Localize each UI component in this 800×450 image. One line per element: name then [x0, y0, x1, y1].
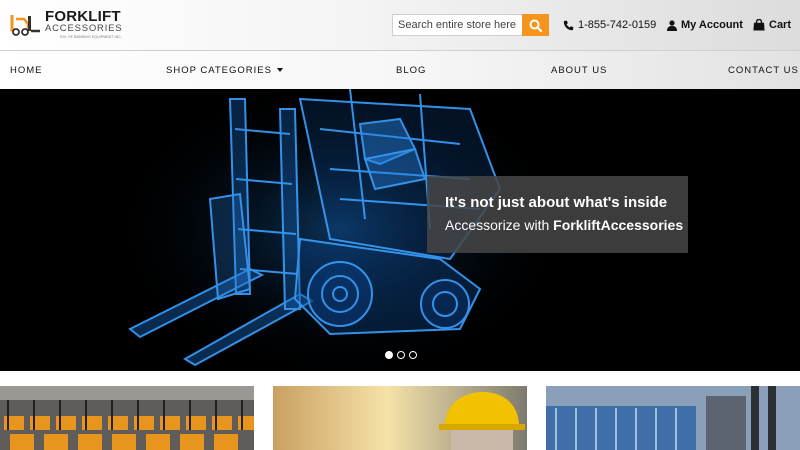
category-tiles — [0, 371, 800, 450]
slider-dots — [385, 351, 417, 359]
hero-subline-prefix: Accessorize with — [445, 217, 554, 233]
main-nav: HOME SHOP CATEGORIES BLOG ABOUT US CONTA… — [0, 50, 800, 89]
site-header: FORKLIFT ACCESSORIES DIV. OF BANNING EQU… — [0, 0, 800, 50]
cart-link[interactable]: Cart — [753, 17, 791, 33]
hero-subline-brand: ForkliftAccessories — [553, 217, 684, 233]
slider-dot[interactable] — [409, 351, 417, 359]
hard-hat-worker-image — [273, 386, 527, 450]
logo-title: FORKLIFT — [45, 8, 121, 25]
phone-icon — [563, 20, 574, 31]
shopping-bag-icon — [753, 19, 765, 31]
slider-dot[interactable] — [397, 351, 405, 359]
category-tile-equipment[interactable] — [546, 386, 800, 450]
my-account-link[interactable]: My Account — [667, 17, 743, 33]
category-tile-forklifts[interactable] — [0, 386, 254, 450]
cart-label: Cart — [769, 19, 792, 31]
site-logo[interactable]: FORKLIFT ACCESSORIES DIV. OF BANNING EQU… — [8, 8, 128, 42]
forklift-fleet-image — [0, 386, 254, 450]
search-bar — [392, 14, 549, 36]
category-tile-safety[interactable] — [273, 386, 527, 450]
search-icon — [529, 19, 542, 32]
nav-about-us[interactable]: ABOUT US — [551, 65, 607, 76]
search-input[interactable] — [392, 14, 522, 36]
user-icon — [667, 19, 677, 31]
nav-home[interactable]: HOME — [10, 65, 43, 76]
chevron-down-icon — [276, 68, 283, 73]
hero-caption: It's not just about what's inside Access… — [427, 176, 688, 253]
hero-slider[interactable]: It's not just about what's inside Access… — [0, 89, 800, 371]
forklift-logo-icon — [10, 15, 40, 36]
hero-subline: Accessorize with ForkliftAccessories — [445, 215, 688, 235]
nav-blog[interactable]: BLOG — [396, 65, 426, 76]
nav-shop-categories[interactable]: SHOP CATEGORIES — [166, 65, 283, 76]
hero-headline: It's not just about what's inside — [445, 194, 668, 211]
logo-tagline: DIV. OF BANNING EQUIPMENT INC. — [60, 35, 122, 39]
nav-contact-us[interactable]: CONTACT US — [728, 65, 799, 76]
search-button[interactable] — [522, 14, 549, 36]
my-account-label: My Account — [681, 19, 743, 31]
logo-subtitle: ACCESSORIES — [45, 23, 123, 34]
warehouse-equipment-image — [546, 386, 800, 450]
phone-link[interactable]: 1-855-742-0159 — [563, 17, 656, 33]
phone-number: 1-855-742-0159 — [578, 19, 657, 31]
slider-dot[interactable] — [385, 351, 393, 359]
nav-shop-label: SHOP CATEGORIES — [166, 65, 272, 76]
